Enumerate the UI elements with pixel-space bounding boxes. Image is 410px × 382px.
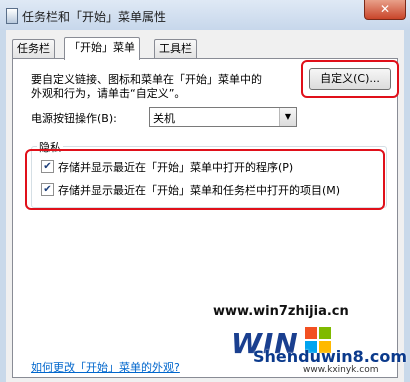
tab-start-menu[interactable]: 「开始」菜单 — [64, 37, 140, 60]
properties-dialog: 任务栏 「开始」菜单 工具栏 要自定义链接、图标和菜单在「开始」菜单中的 外观和… — [6, 30, 407, 382]
power-button-label: 电源按钮操作(B): — [31, 112, 117, 125]
window-app-icon — [6, 8, 18, 24]
help-link-start-menu[interactable]: 如何更改「开始」菜单的外观? — [31, 359, 180, 375]
window-title: 任务栏和「开始」菜单属性 — [22, 10, 167, 24]
power-action-select[interactable]: 关机 ▼ — [149, 107, 297, 127]
watermark-shenduwin8: Shenduwin8.com — [253, 347, 408, 366]
title-bar: 任务栏和「开始」菜单属性 ✕ — [0, 0, 410, 30]
close-button[interactable]: ✕ — [364, 0, 406, 20]
start-menu-panel: 要自定义链接、图标和菜单在「开始」菜单中的 外观和行为，请单击“自定义”。 自定… — [12, 58, 407, 378]
chevron-down-icon: ▼ — [279, 108, 296, 126]
highlight-customize — [301, 60, 399, 98]
watermark-kxinyk: www.kxinyk.com — [303, 365, 379, 375]
watermark-win7zhijia: www.win7zhijia.cn — [213, 304, 349, 319]
description-line-2: 外观和行为，请单击“自定义”。 — [31, 87, 186, 100]
tab-taskbar[interactable]: 任务栏 — [12, 39, 55, 58]
tab-toolbars[interactable]: 工具栏 — [154, 39, 197, 58]
highlight-privacy — [25, 149, 385, 210]
power-action-value: 关机 — [153, 112, 175, 125]
